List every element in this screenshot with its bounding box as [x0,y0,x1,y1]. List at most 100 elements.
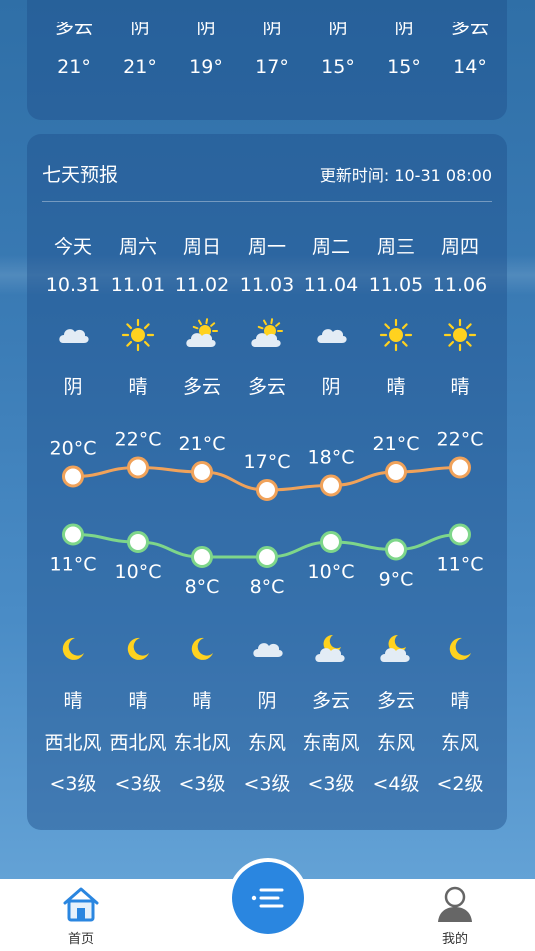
low-temp-label: 11°C [50,554,97,576]
night-weather: 阴 [257,690,277,712]
wind-level: <3级 [178,773,226,795]
wind-level: <3级 [243,773,291,795]
menu-button[interactable] [228,858,308,938]
sun-icon [425,317,495,353]
low-temp-point [449,523,471,546]
sun-icon [361,317,431,353]
low-temp-point [256,546,278,568]
wind-level: <4级 [372,773,420,795]
low-temp-label: 10°C [115,561,162,583]
forecast-date: 11.02 [174,274,230,296]
hourly-temp: 15° [387,56,421,78]
forecast-date: 11.03 [239,274,295,296]
night-weather: 晴 [128,690,148,712]
low-temp-label: 10°C [308,561,355,583]
night-weather: 多云 [376,690,415,712]
temperature-curves: 20°C 11°C 22°C 10°C 21°C 8°C 17°C 8°C 18°C 10°C 21… [50,429,484,599]
moon-icon [38,631,108,667]
high-temp-point [320,474,342,497]
forecast-day: 周三 [376,236,415,258]
low-temp-point [385,538,407,561]
day-weather: 阴 [63,376,83,398]
hourly-temp-row: 21° 21° 19° 17° 15° 15° 14° [27,56,507,96]
forecast-date: 11.01 [110,274,166,296]
hourly-weather: 阴 [262,22,282,38]
day-weather: 阴 [321,376,341,398]
partly-cloudy-icon [232,317,302,353]
cloudy-icon [38,317,108,353]
menu-icon [251,888,284,908]
moon-icon [167,631,237,667]
high-temp-label: 17°C [244,451,291,473]
high-temp-point [256,479,278,501]
wind-level: <2级 [436,773,484,795]
high-temp-label: 18°C [308,447,355,469]
high-temp-label: 21°C [179,433,226,455]
high-temp-point [385,461,407,483]
low-temp-point [320,531,342,553]
hourly-temp: 14° [453,56,487,78]
day-weather: 多云 [182,376,221,398]
night-weather: 晴 [192,690,212,712]
hourly-weather: 阴 [394,22,414,38]
forecast-day: 周日 [182,236,221,258]
hourly-weather: 多云 [54,22,93,38]
user-icon [438,886,472,922]
hourly-card: 多云 阴 阴 阴 阴 阴 多云 21° 21° 19° 17° 15° 15° … [27,0,507,120]
partly-cloudy-icon [167,317,237,353]
forecast-day: 周一 [247,236,286,258]
day-weather: 晴 [450,376,470,398]
low-temp-label: 9°C [379,569,414,591]
high-temp-label: 20°C [50,438,97,460]
day-weather: 多云 [247,376,286,398]
high-temp-point [62,465,84,488]
day-weather: 晴 [128,376,148,398]
low-temp-point [191,546,213,568]
night-weather: 晴 [450,690,470,712]
hourly-temp: 15° [321,56,355,78]
night-weather: 多云 [311,690,350,712]
wind-level: <3级 [114,773,162,795]
home-icon [63,887,99,922]
high-temp-point [127,456,149,479]
hourly-weather: 多云 [450,22,489,38]
divider [42,201,492,202]
wind-direction: 西北风 [44,732,102,754]
wind-direction: 东风 [376,732,415,754]
wind-direction: 东南风 [302,732,360,754]
low-temp-label: 8°C [250,576,285,598]
high-temp-label: 21°C [373,433,420,455]
hourly-weather: 阴 [196,22,216,38]
wind-level: <3级 [307,773,355,795]
hourly-weather: 阴 [130,22,150,38]
seven-day-forecast-card: 七天预报 更新时间: 10-31 08:00 今天 10.31 阴晴西北风 <3级 周六… [27,134,507,830]
update-time: 更新时间: 10-31 08:00 [319,166,492,185]
forecast-date: 11.05 [368,274,424,296]
hourly-weather-row: 多云 阴 阴 阴 阴 阴 多云 [27,22,507,44]
cloudy-moon-icon [296,631,366,667]
hourly-temp: 17° [255,56,289,78]
forecast-day: 周二 [311,236,350,258]
hourly-weather: 阴 [328,22,348,38]
wind-direction: 西北风 [109,732,167,754]
wind-direction: 东风 [247,732,286,754]
high-temp-label: 22°C [437,429,484,451]
night-weather: 晴 [63,690,83,712]
low-temp-label: 11°C [437,554,484,576]
forecast-date: 10.31 [45,274,101,296]
tab-mine-label: 我的 [441,932,468,947]
forecast-day: 周四 [440,236,479,258]
forecast-date: 11.06 [432,274,488,296]
hourly-temp: 21° [123,56,157,78]
low-temp-point [62,523,84,546]
cloudy-icon [232,631,302,667]
forecast-title: 七天预报 [42,164,119,186]
moon-icon [103,631,173,667]
wind-direction: 东北风 [173,732,231,754]
hourly-temp: 19° [189,56,223,78]
wind-level: <3级 [49,773,97,795]
menu-button-inner [232,862,304,934]
high-temp-point [191,461,213,483]
cloudy-moon-icon [361,631,431,667]
low-temp-label: 8°C [185,576,220,598]
